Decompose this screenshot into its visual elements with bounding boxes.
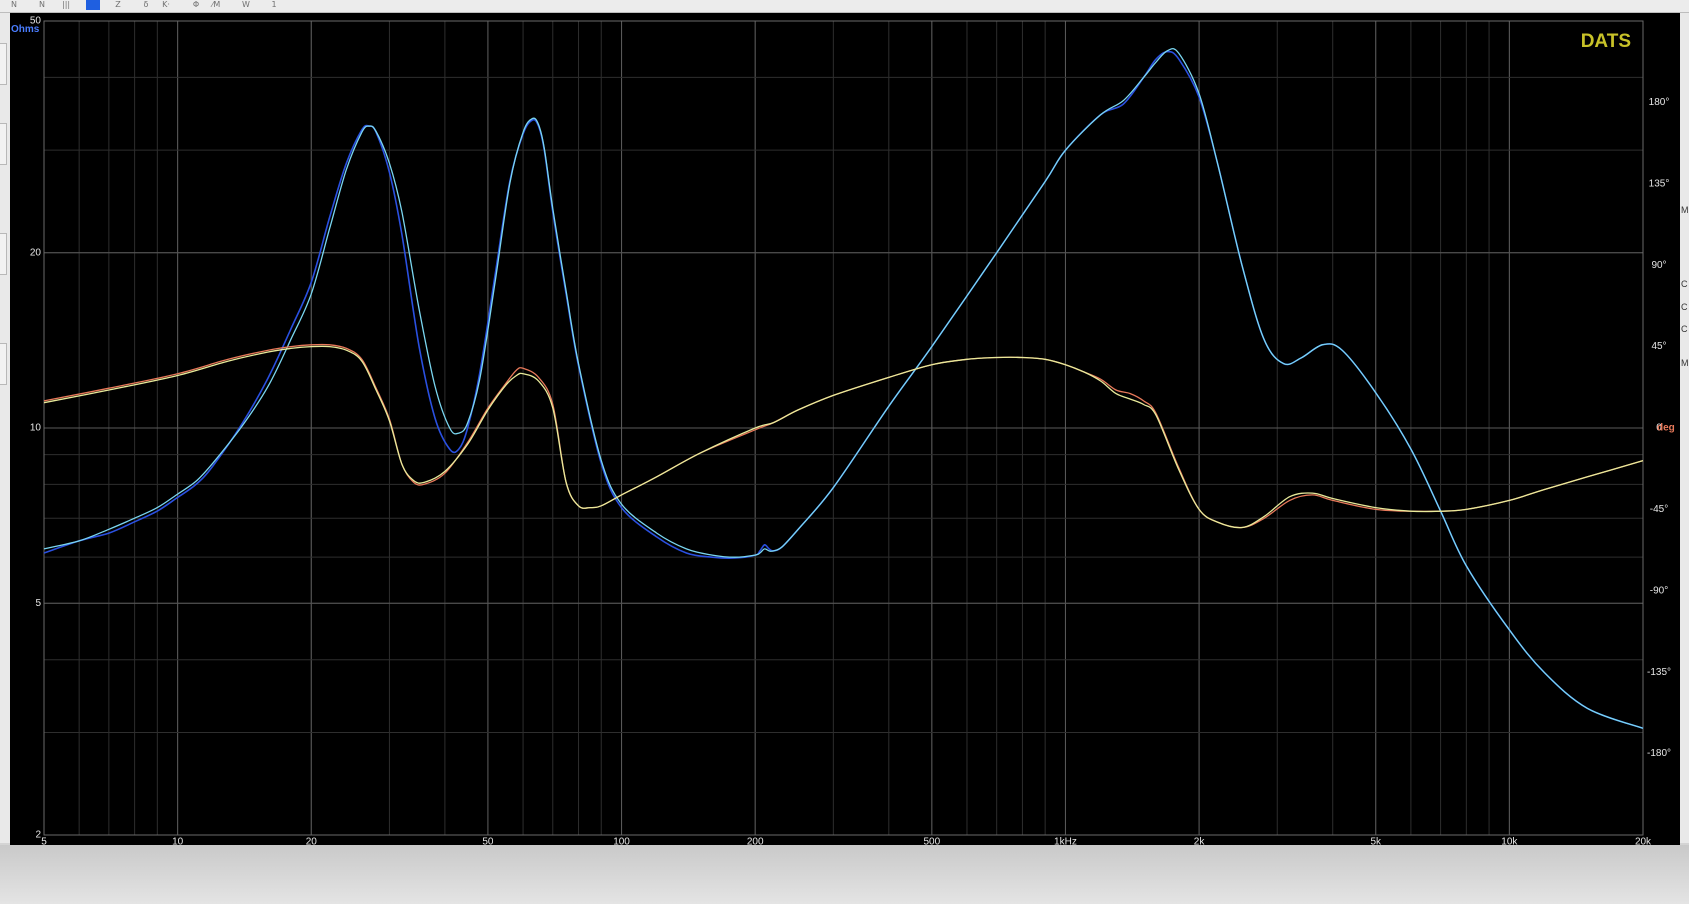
side-panel-letter: C [1681,324,1688,334]
y-left-tick-label: 5 [35,598,41,609]
x-tick-label: 20k [1635,837,1652,845]
panel-tab[interactable] [0,233,7,275]
side-panel-letter: M [1681,358,1689,368]
side-panel-letter: C [1681,279,1688,289]
y-right-tick-label: -180° [1647,748,1671,759]
nav-first-icon[interactable]: N [10,0,18,10]
x-tick-label: 10k [1501,837,1518,845]
x-tick-label: 1kHz [1054,837,1077,845]
x-tick-label: 10 [172,837,184,845]
color-block-icon[interactable] [86,0,100,10]
phase-icon[interactable]: Φ [192,0,200,10]
y-right-tick-label: 135° [1649,178,1670,189]
nav-prev-icon[interactable]: N [38,0,46,10]
y-left-axis-label: Ohms [11,24,40,35]
channel-1-icon[interactable]: 1 [270,0,278,10]
wave-icon[interactable]: W [242,0,250,10]
y-right-tick-label: 90° [1651,260,1666,271]
x-tick-label: 100 [613,837,630,845]
y-left-tick-label: 2 [35,830,41,841]
x-tick-label: 500 [923,837,940,845]
panel-tab[interactable] [0,343,7,385]
y-left-tick-label: 10 [30,423,42,434]
smooth-icon[interactable]: ⁄M [212,0,220,10]
left-panel-strip [0,13,10,843]
x-tick-label: 2k [1194,837,1206,845]
y-right-axis-label: deg [1657,423,1675,434]
x-tick-label: 20 [306,837,318,845]
chart-canvas[interactable]: 5 10 20 50 100 200 500 1kHz 2k 5k 10k 20k5020105218… [10,13,1680,845]
y-right-tick-label: -45° [1650,504,1668,515]
y-right-tick-label: -90° [1650,585,1668,596]
impedance-phase-chart[interactable]: 5 10 20 50 100 200 500 1kHz 2k 5k 10k 20k 50 20 10 5 2 18… [10,13,1680,845]
y-right-tick-label: 45° [1651,341,1666,352]
right-panel-strip: M C C C M [1680,13,1689,843]
status-bar [0,845,1689,904]
x-tick-label: 5k [1370,837,1382,845]
grid-icon[interactable]: ||| [62,0,70,10]
y-right-tick-label: 180° [1649,97,1670,108]
y-left-tick-label: 20 [30,247,42,258]
link-icon[interactable]: δ [142,0,150,10]
panel-tab[interactable] [0,123,7,165]
x-tick-label: 50 [482,837,494,845]
toolbar: N N ||| Zδ K· Φ ⁄M W 1 [0,0,1689,13]
panel-tab[interactable] [0,43,7,85]
x-tick-label: 5 [41,837,47,845]
y-right-tick-label: -135° [1647,667,1671,678]
impedance-trace [43,50,1644,730]
zoom-icon[interactable]: Z [114,0,122,10]
cursor-icon[interactable]: K· [162,0,170,10]
brand-logo: DATS [1581,31,1631,52]
x-tick-label: 200 [747,837,764,845]
side-panel-letter: M [1681,205,1689,215]
side-panel-letter: C [1681,302,1688,312]
